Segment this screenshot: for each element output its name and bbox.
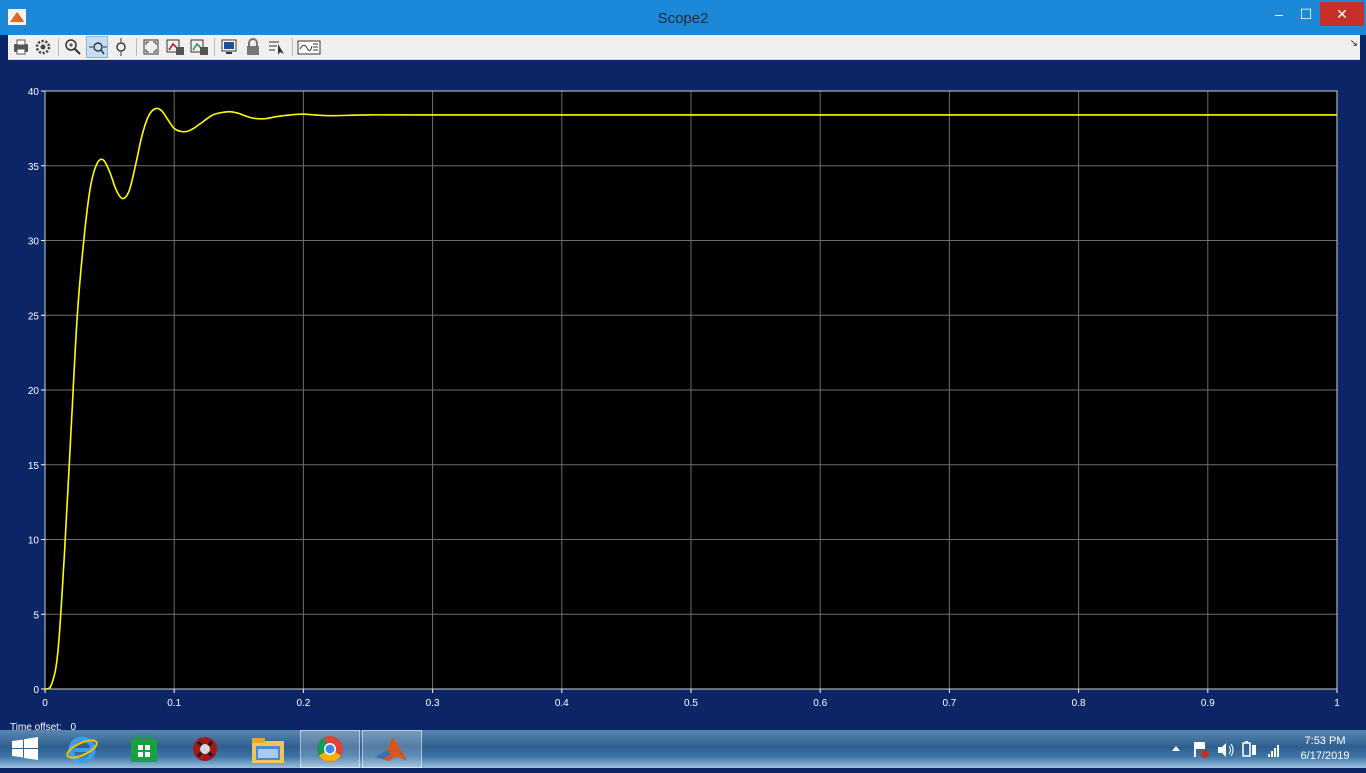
- y-tick-label: 10: [28, 536, 40, 547]
- x-tick-label: 0: [42, 698, 48, 709]
- x-tick-label: 0.4: [555, 698, 569, 709]
- x-tick-label: 1: [1334, 698, 1340, 709]
- scope-chart[interactable]: 0 0.1 0.2 0.3 0.4 0.5 0.6 0.7 0.8 0.9 105101520253…: [8, 60, 1360, 728]
- y-tick-label: 20: [28, 386, 40, 397]
- parameters-icon[interactable]: [32, 36, 54, 58]
- show-hidden-icons-icon: [1172, 746, 1180, 751]
- volume-icon: [1218, 743, 1234, 757]
- action-center-flag-icon: [1194, 742, 1209, 758]
- y-tick-label: 0: [33, 685, 39, 696]
- chrome-icon[interactable]: [300, 730, 360, 768]
- toolbar-separator: [136, 38, 137, 56]
- y-tick-label: 15: [28, 461, 40, 472]
- y-tick-label: 40: [28, 87, 40, 98]
- print-icon[interactable]: [10, 36, 32, 58]
- clock-time: 7:53 PM: [1304, 735, 1346, 747]
- y-tick-label: 5: [33, 610, 39, 621]
- minimize-button[interactable]: –: [1266, 2, 1292, 26]
- autoscale-icon[interactable]: [140, 36, 162, 58]
- x-tick-label: 0.3: [426, 698, 440, 709]
- network-signal-icon: [1268, 745, 1279, 757]
- restore-axes-settings-icon[interactable]: [188, 36, 210, 58]
- x-tick-label: 0.2: [296, 698, 310, 709]
- floating-scope-icon[interactable]: [218, 36, 240, 58]
- taskbar-clock[interactable]: 7:53 PM 6/17/2019: [1294, 734, 1356, 764]
- zoom-y-icon[interactable]: [110, 36, 132, 58]
- title-bar: Scope2 – ☐ ✕: [0, 0, 1366, 35]
- internet-explorer-icon[interactable]: [52, 730, 112, 768]
- x-tick-label: 0.6: [813, 698, 827, 709]
- signal-selection-icon[interactable]: [266, 36, 288, 58]
- taskbar: 7:53 PM 6/17/2019: [0, 730, 1366, 768]
- app-icon[interactable]: [176, 730, 236, 768]
- zoom-in-icon[interactable]: [62, 36, 84, 58]
- legend-icon[interactable]: [296, 36, 322, 58]
- matlab-icon[interactable]: [362, 730, 422, 768]
- y-tick-label: 25: [28, 311, 40, 322]
- window-title: Scope2: [657, 10, 709, 27]
- y-tick-label: 35: [28, 162, 40, 173]
- scope-plot-area: 0 0.1 0.2 0.3 0.4 0.5 0.6 0.7 0.8 0.9 1 0 5 10 15 20 25 3…: [8, 60, 1360, 728]
- x-tick-label: 0.8: [1072, 698, 1086, 709]
- scope-toolbar: ↘: [8, 35, 1360, 60]
- x-tick-label: 0.7: [942, 698, 956, 709]
- toolbar-separator: [292, 38, 293, 56]
- x-tick-label: 0.1: [167, 698, 181, 709]
- maximize-button[interactable]: ☐: [1293, 2, 1319, 26]
- zoom-x-icon[interactable]: [86, 36, 108, 58]
- clock-date: 6/17/2019: [1300, 750, 1350, 762]
- save-axes-settings-icon[interactable]: [164, 36, 186, 58]
- x-tick-label: 0.5: [684, 698, 698, 709]
- toolbar-separator: [58, 38, 59, 56]
- store-icon[interactable]: [114, 730, 174, 768]
- file-explorer-icon[interactable]: [238, 730, 298, 768]
- toolbar-separator: [214, 38, 215, 56]
- lock-axes-icon[interactable]: [242, 36, 264, 58]
- power-icon: [1242, 741, 1256, 757]
- y-tick-label: 30: [28, 237, 40, 248]
- windows-start-icon[interactable]: [0, 730, 60, 768]
- system-tray: [1168, 730, 1293, 768]
- toolbar-menu-arrow[interactable]: ↘: [1350, 38, 1358, 49]
- x-tick-label: 0.9: [1201, 698, 1215, 709]
- close-button[interactable]: ✕: [1320, 2, 1364, 26]
